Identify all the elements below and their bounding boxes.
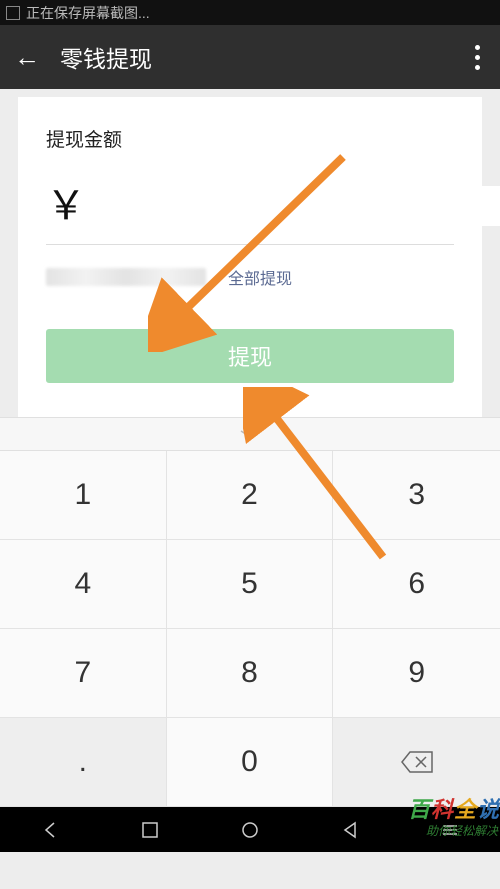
nav-menu-icon[interactable]	[440, 820, 460, 840]
key-6[interactable]: 6	[333, 540, 500, 629]
amount-row: ￥	[46, 186, 454, 245]
key-0[interactable]: 0	[167, 718, 334, 807]
content-area: 提现金额 ￥ ， 全部提现 提现	[0, 89, 500, 417]
key-dot[interactable]: .	[0, 718, 167, 807]
withdraw-all-link[interactable]: 全部提现	[228, 265, 292, 289]
key-3[interactable]: 3	[333, 451, 500, 540]
annotation-arrow-1	[148, 142, 358, 352]
key-9[interactable]: 9	[333, 629, 500, 718]
key-8[interactable]: 8	[167, 629, 334, 718]
balance-hidden-text	[46, 268, 206, 286]
app-nav-bar: ← 零钱提现	[0, 25, 500, 89]
backspace-icon	[400, 750, 434, 774]
screenshot-notification-icon	[6, 6, 20, 20]
android-status-bar: 正在保存屏幕截图...	[0, 0, 500, 25]
key-2[interactable]: 2	[167, 451, 334, 540]
back-arrow-icon[interactable]: ←	[14, 42, 40, 73]
key-4[interactable]: 4	[0, 540, 167, 629]
numeric-keyboard: 1 2 3 4 5 6 7 8 9 . 0	[0, 417, 500, 807]
nav-back-alt-icon[interactable]	[340, 820, 360, 840]
page-title: 零钱提现	[60, 40, 152, 74]
withdraw-card: 提现金额 ￥ ， 全部提现 提现	[18, 97, 482, 417]
amount-input[interactable]	[98, 186, 500, 226]
nav-back-icon[interactable]	[40, 820, 60, 840]
currency-symbol: ￥	[46, 186, 86, 226]
balance-hint-row: ， 全部提现	[46, 265, 454, 289]
android-nav-bar	[0, 807, 500, 852]
withdraw-button[interactable]: 提现	[46, 329, 454, 383]
status-text: 正在保存屏幕截图...	[26, 3, 150, 23]
key-delete[interactable]	[333, 718, 500, 807]
key-7[interactable]: 7	[0, 629, 167, 718]
nav-recent-icon[interactable]	[140, 820, 160, 840]
key-5[interactable]: 5	[167, 540, 334, 629]
chevron-down-icon	[239, 428, 261, 440]
amount-label: 提现金额	[46, 125, 454, 152]
key-1[interactable]: 1	[0, 451, 167, 540]
keyboard-collapse-bar[interactable]	[0, 417, 500, 451]
hint-separator: ，	[208, 265, 224, 289]
more-menu-icon[interactable]	[475, 25, 480, 89]
nav-home-icon[interactable]	[240, 820, 260, 840]
